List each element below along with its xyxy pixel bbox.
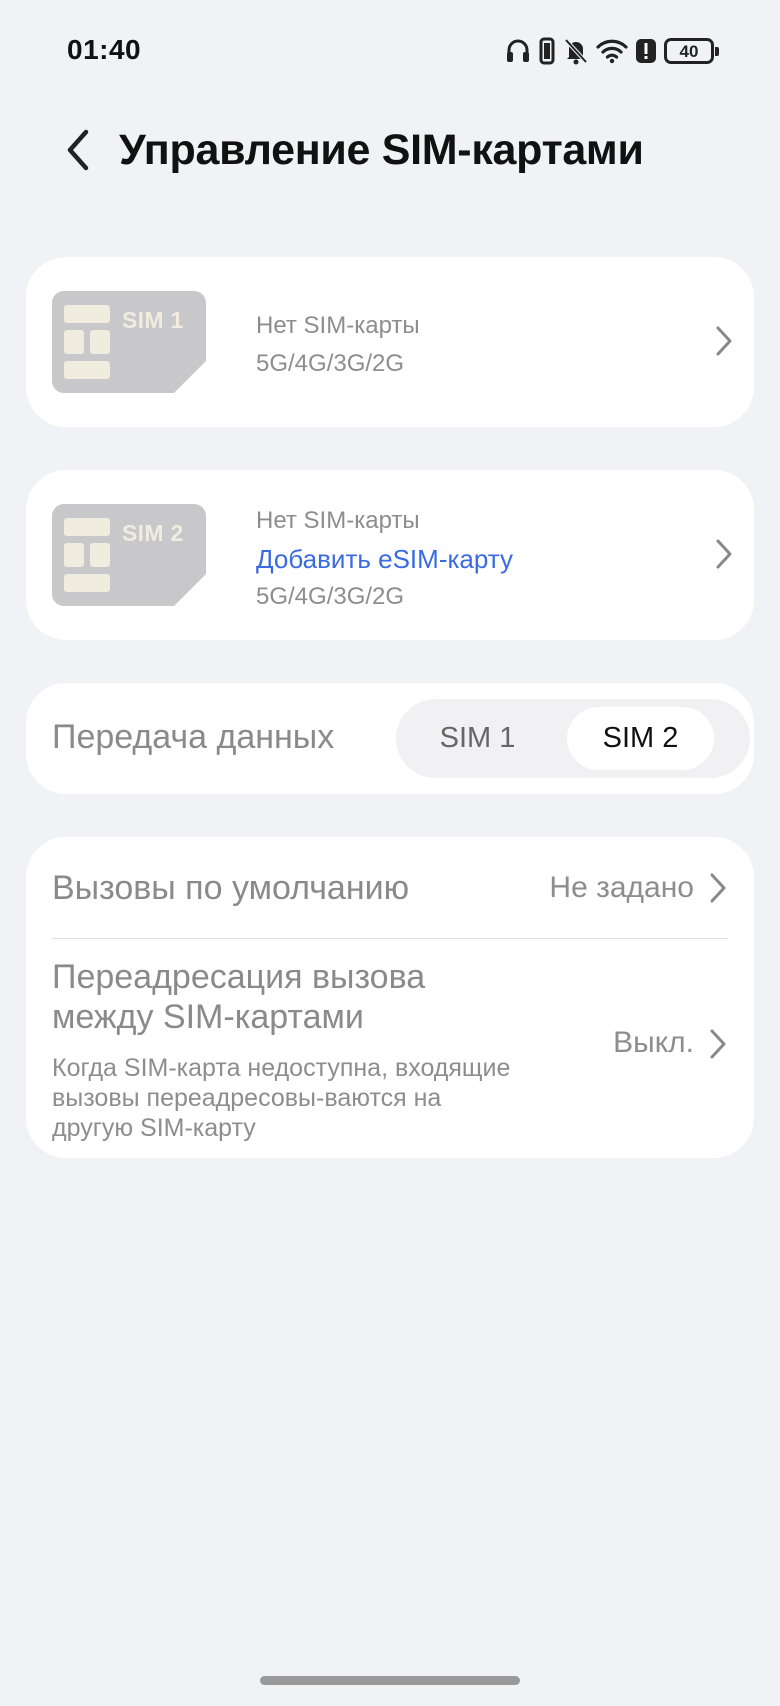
sim-networks: 5G/4G/3G/2G xyxy=(256,583,405,610)
battery-level: 40 xyxy=(679,41,699,61)
sim-info: Нет SIM-карты Добавить eSIM-карту 5G/4G/… xyxy=(256,502,513,616)
page-title: Управление SIM-картами xyxy=(119,126,644,174)
chevron-right-icon xyxy=(716,539,732,569)
sim-chip-label: SIM 2 xyxy=(122,520,184,546)
status-icons: 40 xyxy=(505,34,719,68)
call-forwarding-description: Когда SIM-карта недоступна, входящие выз… xyxy=(52,1054,511,1142)
add-esim-link[interactable]: Добавить eSIM-карту xyxy=(256,540,513,578)
data-transfer-card: Передача данных SIM 1 SIM 2 xyxy=(26,683,754,794)
default-calls-value: Не задано xyxy=(549,871,694,904)
chevron-right-icon xyxy=(716,326,732,356)
home-indicator[interactable] xyxy=(260,1676,520,1685)
headphones-icon xyxy=(507,39,529,62)
data-sim-selector: SIM 1 SIM 2 xyxy=(396,699,750,778)
back-arrow-icon xyxy=(67,129,89,171)
back-button[interactable] xyxy=(52,122,104,178)
call-forwarding-value: Выкл. xyxy=(613,1026,694,1059)
sim-status: Нет SIM-карты xyxy=(256,312,420,339)
sim-card-1[interactable]: SIM 1 Нет SIM-карты 5G/4G/3G/2G xyxy=(26,257,754,427)
status-time: 01:40 xyxy=(67,34,142,65)
chevron-right-icon xyxy=(710,873,726,903)
vibrate-icon xyxy=(539,37,555,65)
segment-sim-2[interactable]: SIM 2 xyxy=(567,707,714,770)
battery-icon: 40 xyxy=(664,38,719,64)
sim-networks: 5G/4G/3G/2G xyxy=(256,350,405,377)
status-bar: 01:40 40 xyxy=(0,0,780,100)
alert-icon xyxy=(636,39,656,63)
call-forwarding-title: Переадресация вызова между SIM-картами xyxy=(52,958,426,1036)
call-forwarding-row[interactable]: Переадресация вызова между SIM-картами К… xyxy=(26,939,754,1158)
header: Управление SIM-картами xyxy=(0,110,780,190)
chevron-right-icon xyxy=(710,1029,726,1059)
default-calls-row[interactable]: Вызовы по умолчанию Не задано xyxy=(26,837,754,938)
sim-info: Нет SIM-карты 5G/4G/3G/2G xyxy=(256,307,420,383)
bell-off-icon xyxy=(564,38,588,65)
segment-sim-1[interactable]: SIM 1 xyxy=(404,707,551,770)
sim-management-screen: 01:40 40 Управление SIM-картами SIM 1 Не… xyxy=(0,0,780,1706)
sim-chip-label: SIM 1 xyxy=(122,307,184,333)
sim-card-2[interactable]: SIM 2 Нет SIM-карты Добавить eSIM-карту … xyxy=(26,470,754,640)
data-transfer-label: Передача данных xyxy=(52,718,335,756)
wifi-icon xyxy=(596,39,628,64)
sim-status: Нет SIM-карты xyxy=(256,507,420,534)
default-calls-title: Вызовы по умолчанию xyxy=(52,869,410,907)
calls-card: Вызовы по умолчанию Не задано Переадреса… xyxy=(26,837,754,1158)
